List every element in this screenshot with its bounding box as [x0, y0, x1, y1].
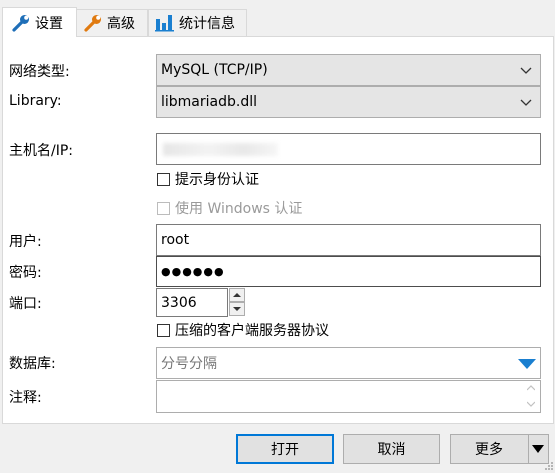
open-button-label: 打开 — [271, 442, 299, 458]
prompt-auth-checkbox[interactable]: 提示身份认证 — [157, 169, 259, 189]
tab-settings-label: 设置 — [35, 15, 63, 32]
chevron-up-icon — [233, 293, 241, 297]
prompt-auth-label: 提示身份认证 — [175, 172, 259, 188]
port-increment-button[interactable] — [229, 288, 245, 302]
cancel-button-label: 取消 — [377, 442, 406, 458]
scroll-up-icon[interactable] — [527, 385, 535, 391]
user-value: root — [161, 232, 190, 248]
port-value: 3306 — [161, 294, 197, 311]
library-value: libmariadb.dll — [161, 94, 257, 110]
tab-statistics[interactable]: 统计信息 — [148, 9, 247, 36]
port-decrement-button[interactable] — [229, 302, 245, 316]
checkbox-box[interactable] — [157, 201, 170, 215]
more-dropdown-arrow-icon[interactable] — [532, 445, 544, 453]
blurred-host-text — [163, 143, 278, 156]
comment-label: 注释: — [9, 390, 42, 406]
tab-statistics-label: 统计信息 — [179, 16, 235, 32]
more-button[interactable]: 更多 — [450, 434, 549, 464]
wrench-icon — [11, 14, 31, 32]
user-label: 用户: — [9, 234, 42, 250]
tab-settings[interactable]: 设置 — [2, 7, 77, 37]
open-button[interactable]: 打开 — [236, 434, 334, 464]
network-type-value: MySQL (TCP/IP) — [161, 62, 268, 78]
compress-protocol-label: 压缩的客户端服务器协议 — [175, 323, 329, 339]
network-type-select[interactable]: MySQL (TCP/IP) — [156, 54, 541, 86]
password-input[interactable]: ●●●●●● — [156, 256, 541, 287]
chevron-down-icon — [233, 307, 241, 311]
checkbox-box[interactable] — [157, 172, 170, 186]
dropdown-triangle-icon[interactable] — [518, 359, 536, 369]
comment-textarea[interactable] — [156, 380, 541, 413]
windows-auth-checkbox[interactable]: 使用 Windows 认证 — [157, 198, 302, 218]
scroll-down-icon[interactable] — [527, 401, 535, 407]
password-value: ●●●●●● — [161, 265, 225, 278]
password-label: 密码: — [9, 265, 42, 281]
wrench-orange-icon — [83, 14, 103, 32]
host-label: 主机名/IP: — [9, 143, 74, 159]
database-placeholder: 分号分隔 — [161, 356, 217, 372]
more-button-label: 更多 — [475, 442, 503, 458]
host-input[interactable] — [156, 133, 541, 165]
chevron-down-icon — [520, 99, 532, 106]
tab-advanced[interactable]: 高级 — [76, 9, 148, 36]
checkbox-box[interactable] — [157, 323, 170, 337]
chevron-down-icon — [520, 67, 532, 74]
cancel-button[interactable]: 取消 — [343, 434, 440, 464]
tab-advanced-label: 高级 — [107, 16, 135, 32]
database-label: 数据库: — [9, 356, 56, 372]
resize-grip-icon[interactable] — [542, 460, 554, 472]
user-input[interactable]: root — [156, 224, 541, 256]
network-type-label: 网络类型: — [9, 64, 70, 80]
split-divider — [528, 435, 529, 463]
comment-scrollbar[interactable] — [523, 382, 539, 411]
bar-chart-icon — [155, 14, 175, 32]
port-input[interactable]: 3306 — [156, 288, 228, 317]
database-combo[interactable]: 分号分隔 — [156, 347, 541, 379]
library-select[interactable]: libmariadb.dll — [156, 86, 541, 118]
windows-auth-label: 使用 Windows 认证 — [175, 201, 303, 217]
port-label: 端口: — [9, 296, 42, 312]
compress-protocol-checkbox[interactable]: 压缩的客户端服务器协议 — [157, 320, 329, 340]
library-label: Library: — [9, 93, 62, 109]
